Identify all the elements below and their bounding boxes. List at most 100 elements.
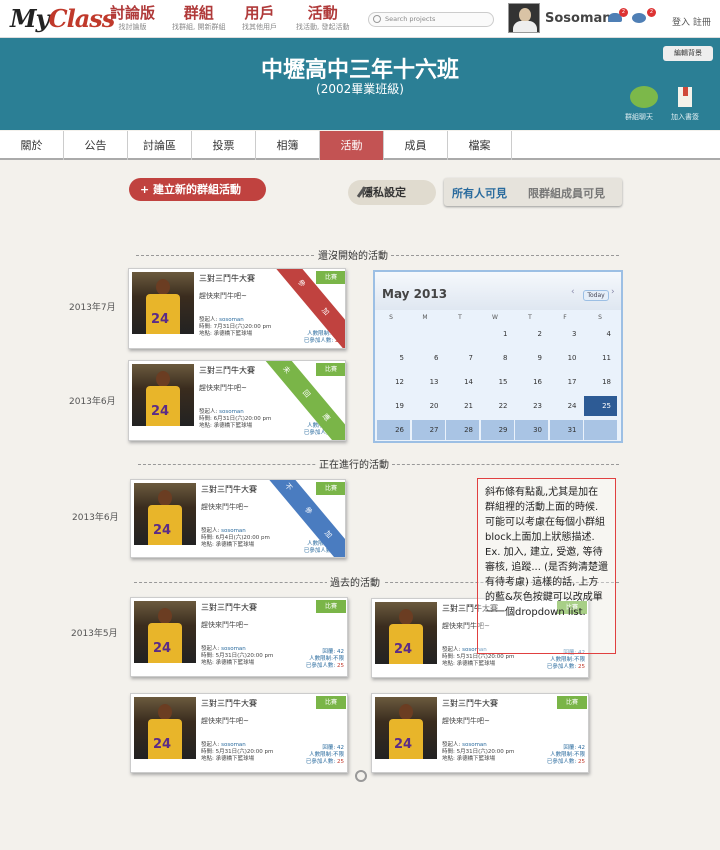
category-tag: 比賽 <box>316 600 346 613</box>
privacy-settings-button[interactable]: 隱私設定 <box>348 180 436 205</box>
activity-stats: 回覆: 42 人數限制:不限 已參加人數: 25 <box>547 745 585 766</box>
calendar-day[interactable]: 9 <box>515 348 548 368</box>
activity-card[interactable]: 24 三對三鬥牛大賽 趕快來鬥牛吧~ 發起人: sosoman 時間: 6月31… <box>128 360 346 441</box>
activity-meta: 發起人: sosoman 時間: 5月31日(六)20:00 pm 地點: 承德… <box>201 646 273 668</box>
calendar-day[interactable]: 28 <box>446 420 479 440</box>
organizer-link[interactable]: sosoman <box>221 742 246 748</box>
limit-text: 人數限制:不限 <box>550 657 585 663</box>
calendar-day[interactable]: 3 <box>550 324 583 344</box>
calendar-day[interactable]: 7 <box>446 348 479 368</box>
activity-card[interactable]: 24 三對三鬥牛大賽 趕快來鬥牛吧~ 發起人: sosoman 時間: 6月4日… <box>130 479 346 558</box>
activity-card[interactable]: 24 三對三鬥牛大賽 趕快來鬥牛吧~ 發起人: sosoman 時間: 7月31… <box>128 268 346 349</box>
nav-activities-sub: 找活動, 發起活動 <box>296 23 350 31</box>
activity-card[interactable]: 24 三對三鬥牛大賽 趕快來鬥牛吧~ 發起人: sosoman 時間: 5月31… <box>130 693 348 773</box>
organizer-link[interactable]: sosoman <box>219 317 244 323</box>
calendar-day[interactable]: 29 <box>480 420 514 440</box>
calendar-day[interactable]: 6 <box>412 348 445 368</box>
calendar-day[interactable]: 23 <box>515 396 548 416</box>
player-head <box>158 608 172 624</box>
calendar-prev-icon[interactable]: ‹ <box>571 287 575 297</box>
calendar-day[interactable]: 31 <box>549 420 583 440</box>
calendar-day[interactable]: 14 <box>446 372 479 392</box>
chat-bubble-icon[interactable] <box>630 86 658 108</box>
activity-meta: 發起人: sosoman 時間: 5月31日(六)20:00 pm 地點: 承德… <box>201 742 273 764</box>
organizer-link[interactable]: sosoman <box>221 646 246 652</box>
calendar-day[interactable]: 15 <box>481 372 514 392</box>
calendar-day[interactable]: 5 <box>377 348 410 368</box>
myclass-logo[interactable]: MyClass <box>10 4 115 33</box>
category-tag: 比賽 <box>316 271 345 284</box>
avatar[interactable] <box>508 3 540 33</box>
organizer-label: 發起人: <box>199 317 220 323</box>
login-register-link[interactable]: 登入 註冊 <box>672 15 711 28</box>
search-input[interactable]: Search projects <box>368 12 494 27</box>
calendar-day[interactable]: 11 <box>584 348 617 368</box>
organizer-label: 發起人: <box>201 742 222 748</box>
category-tag: 比賽 <box>316 363 345 376</box>
activity-card[interactable]: 24 三對三鬥牛大賽 趕快來鬥牛吧~ 發起人: sosoman 時間: 5月31… <box>130 597 348 677</box>
calendar-day[interactable]: 13 <box>412 372 445 392</box>
calendar-next-icon[interactable]: › <box>611 287 615 297</box>
calendar-day[interactable]: 8 <box>481 348 514 368</box>
edit-background-button[interactable]: 編輯背景 <box>663 46 713 61</box>
player-head <box>158 490 172 506</box>
calendar-day[interactable]: 26 <box>377 420 410 440</box>
visible-all-option[interactable]: 所有人可見 <box>452 185 507 201</box>
add-bookmark-label[interactable]: 加入書簽 <box>671 112 699 122</box>
activity-card[interactable]: 24 三對三鬥牛大賽 趕快來鬥牛吧~ 發起人: sosoman 時間: 5月31… <box>371 693 589 773</box>
calendar-day[interactable]: 24 <box>550 396 583 416</box>
nav-activities[interactable]: 活動 找活動, 發起活動 <box>296 5 349 32</box>
player-head <box>156 371 170 387</box>
calendar-day[interactable]: 17 <box>550 372 583 392</box>
calendar-day[interactable]: 2 <box>515 324 548 344</box>
organizer-link[interactable]: sosoman <box>462 742 487 748</box>
calendar-day[interactable]: 10 <box>550 348 583 368</box>
place-row: 地點: 承德橋下籃球場 <box>199 331 253 338</box>
jersey-number: 24 <box>153 523 172 538</box>
calendar-day[interactable]: 25 <box>584 396 617 416</box>
reply-count: 回覆: 42 <box>322 649 344 655</box>
activity-stats: 回覆: 42 人數限制:不限 已參加人數: 25 <box>306 649 344 670</box>
tab-discussion[interactable]: 討論區 <box>128 131 192 160</box>
tab-about[interactable]: 關於 <box>0 131 64 160</box>
calendar-day[interactable]: 18 <box>584 372 617 392</box>
calendar-day[interactable]: 19 <box>377 396 410 416</box>
nav-groups[interactable]: 群組 找群組, 開新群組 <box>172 5 225 32</box>
calendar-day[interactable]: 1 <box>481 324 514 344</box>
activity-desc: 趕快來鬥牛吧~ <box>199 384 247 392</box>
tab-announcements[interactable]: 公告 <box>64 131 128 160</box>
jersey-number: 24 <box>151 312 170 327</box>
calendar-today-button[interactable]: Today <box>583 290 609 301</box>
joined-label: 已參加人數: <box>305 663 337 669</box>
bookmark-ribbon <box>683 87 688 96</box>
visible-group-option[interactable]: 限群組成員可見 <box>528 185 605 201</box>
calendar-day[interactable]: 22 <box>481 396 514 416</box>
calendar-day[interactable]: 4 <box>584 324 617 344</box>
calendar-day[interactable]: 12 <box>377 372 410 392</box>
nav-users[interactable]: 用戶 找其他用戶 <box>242 5 277 32</box>
calendar-day[interactable]: 20 <box>412 396 445 416</box>
tab-votes[interactable]: 投票 <box>192 131 256 160</box>
tab-members[interactable]: 成員 <box>384 131 448 160</box>
nav-activities-label: 活動 <box>307 4 338 22</box>
privacy-settings-label: 隱私設定 <box>362 186 406 199</box>
nav-discussion[interactable]: 討論版 找討論版 <box>110 5 155 32</box>
username[interactable]: Sosoman <box>545 11 612 26</box>
calendar-day[interactable]: 21 <box>446 396 479 416</box>
bookmark-icon[interactable] <box>678 87 692 107</box>
joined-row: 已參加人數: 25 <box>306 663 344 670</box>
calendar-day[interactable]: 16 <box>515 372 548 392</box>
calendar-day[interactable]: 30 <box>515 420 548 440</box>
create-activity-button[interactable]: + 建立新的群組活動 <box>129 178 266 201</box>
tab-albums[interactable]: 相簿 <box>256 131 320 160</box>
group-chat-label[interactable]: 群組聊天 <box>625 112 653 122</box>
calendar-day[interactable]: 27 <box>411 420 445 440</box>
tab-activities[interactable]: 活動 <box>320 131 384 160</box>
organizer-link[interactable]: sosoman <box>219 409 244 415</box>
gear-icon[interactable] <box>355 770 367 782</box>
organizer-link[interactable]: sosoman <box>221 528 246 534</box>
messages-icon[interactable] <box>632 13 646 23</box>
calendar-month: May 2013 <box>382 287 448 301</box>
tab-files[interactable]: 檔案 <box>448 131 512 160</box>
place-row: 地點: 承德橋下籃球場 <box>201 660 255 667</box>
